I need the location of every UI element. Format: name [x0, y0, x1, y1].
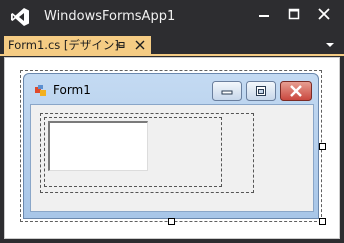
- form-title: Form1: [53, 83, 91, 97]
- resize-handle-bottom-right[interactable]: [319, 218, 326, 225]
- document-tab-strip: Form1.cs [デザイン]: [0, 34, 344, 56]
- maximize-icon: [246, 81, 276, 101]
- form-icon: [35, 85, 46, 96]
- maximize-window-button[interactable]: [281, 4, 307, 26]
- close-tab-icon[interactable]: [134, 39, 146, 51]
- close-icon: [280, 81, 312, 101]
- resize-handle-right[interactable]: [319, 143, 326, 150]
- textbox-control[interactable]: [48, 121, 148, 171]
- tab-label: Form1.cs [デザイン]: [8, 38, 119, 52]
- resize-handle-bottom[interactable]: [168, 218, 175, 225]
- minimize-window-button[interactable]: [251, 4, 277, 26]
- minimize-icon: [259, 15, 269, 17]
- minimize-icon: [212, 81, 242, 101]
- pin-icon[interactable]: [115, 39, 127, 51]
- form-close-button[interactable]: [280, 81, 312, 101]
- close-icon: [318, 8, 330, 20]
- visual-studio-logo-icon: [11, 8, 29, 26]
- tab-form1-designer[interactable]: Form1.cs [デザイン]: [4, 36, 151, 54]
- title-bar: WindowsFormsApp1: [0, 0, 344, 34]
- form-maximize-button[interactable]: [246, 81, 276, 101]
- app-title: WindowsFormsApp1: [44, 9, 176, 24]
- close-window-button[interactable]: [311, 4, 337, 26]
- chevron-down-icon[interactable]: [325, 40, 335, 50]
- form-minimize-button[interactable]: [212, 81, 242, 101]
- maximize-icon: [288, 8, 300, 20]
